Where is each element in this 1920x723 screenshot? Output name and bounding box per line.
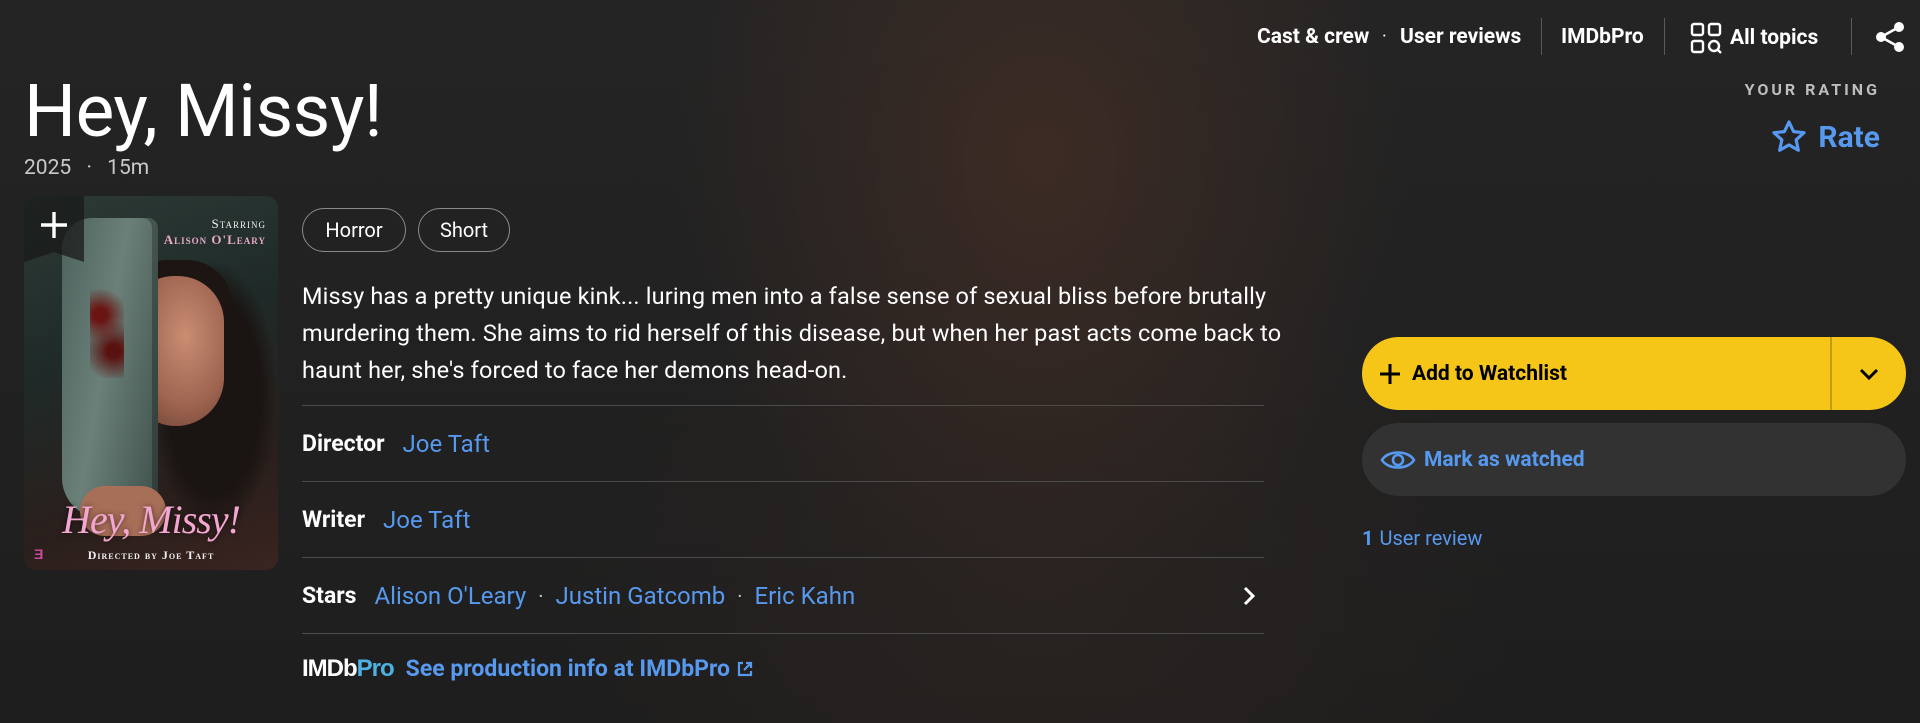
imdbpro-link-label: See production info at IMDbPro [405, 655, 731, 682]
credit-link[interactable]: Justin Gatcomb [555, 582, 725, 610]
credit-label: Writer [302, 506, 366, 533]
plus-icon [41, 212, 67, 238]
chevron-right-icon[interactable] [1240, 584, 1258, 608]
watchlist-dropdown-button[interactable] [1832, 337, 1906, 410]
rate-button[interactable]: Rate [1770, 117, 1880, 157]
add-to-watchlist-button[interactable]: Add to Watchlist [1362, 337, 1830, 410]
poster-add-watchlist-button[interactable] [24, 196, 84, 262]
credit-link[interactable]: Eric Kahn [754, 582, 855, 610]
imdbpro-logo-pro: Pro [356, 654, 395, 682]
poster-actor: Alison O'Leary [163, 232, 266, 247]
eye-icon [1380, 450, 1416, 469]
topics-grid-icon [1690, 22, 1722, 54]
meta-dot: · [86, 156, 92, 180]
credit-row-writer: Writer Joe Taft [302, 481, 1264, 557]
imdbpro-row: IMDbPro See production info at IMDbPro [302, 633, 1264, 699]
credit-separator: · [538, 583, 544, 608]
credit-label: Director [302, 430, 385, 457]
imdbpro-logo-imdb: IMDb [302, 654, 358, 682]
release-year: 2025 [24, 156, 72, 180]
genre-chip-short[interactable]: Short [418, 208, 510, 252]
imdbpro-production-link[interactable]: See production info at IMDbPro [406, 655, 754, 682]
your-rating-label: YOUR RATING [1744, 80, 1880, 99]
credit-row-director: Director Joe Taft [302, 405, 1264, 481]
share-icon [1876, 22, 1904, 52]
plot-summary: Missy has a pretty unique kink... luring… [302, 282, 1282, 384]
watchlist-button-group: Add to Watchlist [1362, 337, 1906, 410]
credit-label: Stars [302, 582, 357, 609]
credits-list: Director Joe Taft Writer Joe Taft Stars … [302, 405, 1264, 699]
rate-label: Rate [1818, 119, 1880, 155]
nav-divider [1541, 18, 1542, 55]
page-title: Hey, Missy! [24, 68, 383, 154]
star-outline-icon [1772, 120, 1806, 152]
genre-chip-horror[interactable]: Horror [302, 208, 406, 252]
external-link-icon [737, 661, 753, 676]
top-nav: Cast & crew · User reviews IMDbPro All t… [0, 18, 1920, 55]
user-review-label: User review [1379, 526, 1483, 550]
runtime: 15m [107, 156, 150, 180]
poster-directed-by: Directed by Joe Taft [87, 548, 215, 562]
credit-row-stars[interactable]: Stars Alison O'Leary · Justin Gatcomb · … [302, 557, 1264, 633]
nav-all-topics[interactable]: All topics [1690, 22, 1818, 54]
credit-link[interactable]: Alison O'Leary [375, 582, 527, 610]
credit-link[interactable]: Joe Taft [403, 430, 490, 458]
poster-art [62, 218, 158, 518]
poster-image[interactable]: Starring Alison O'Leary Hey, Missy! Dire… [24, 196, 278, 570]
imdbpro-logo: IMDbPro [302, 654, 395, 683]
nav-divider [1664, 18, 1665, 55]
user-reviews-link[interactable]: 1 User review [1362, 526, 1482, 550]
nav-divider [1851, 18, 1852, 55]
share-button[interactable] [1874, 21, 1906, 62]
mark-as-watched-label: Mark as watched [1424, 447, 1585, 472]
credit-separator: · [737, 583, 743, 608]
credit-link[interactable]: Joe Taft [383, 506, 470, 534]
chevron-down-icon [1859, 368, 1879, 380]
poster-starring: Starring [211, 216, 266, 231]
title-meta: 2025 · 15m [24, 154, 159, 182]
mark-as-watched-button[interactable]: Mark as watched [1362, 423, 1906, 496]
nav-user-reviews[interactable]: User reviews [1400, 22, 1521, 52]
plus-icon [1380, 363, 1400, 384]
nav-cast-crew[interactable]: Cast & crew [1257, 22, 1369, 52]
nav-imdbpro[interactable]: IMDbPro [1561, 22, 1644, 52]
nav-dot-separator: · [1382, 26, 1387, 47]
poster-studio-logo-icon: Ǝ [34, 547, 44, 563]
poster-title: Hey, Missy! [62, 497, 241, 542]
nav-all-topics-label: All topics [1730, 26, 1819, 50]
user-review-count: 1 [1362, 526, 1374, 550]
add-to-watchlist-label: Add to Watchlist [1412, 361, 1567, 386]
